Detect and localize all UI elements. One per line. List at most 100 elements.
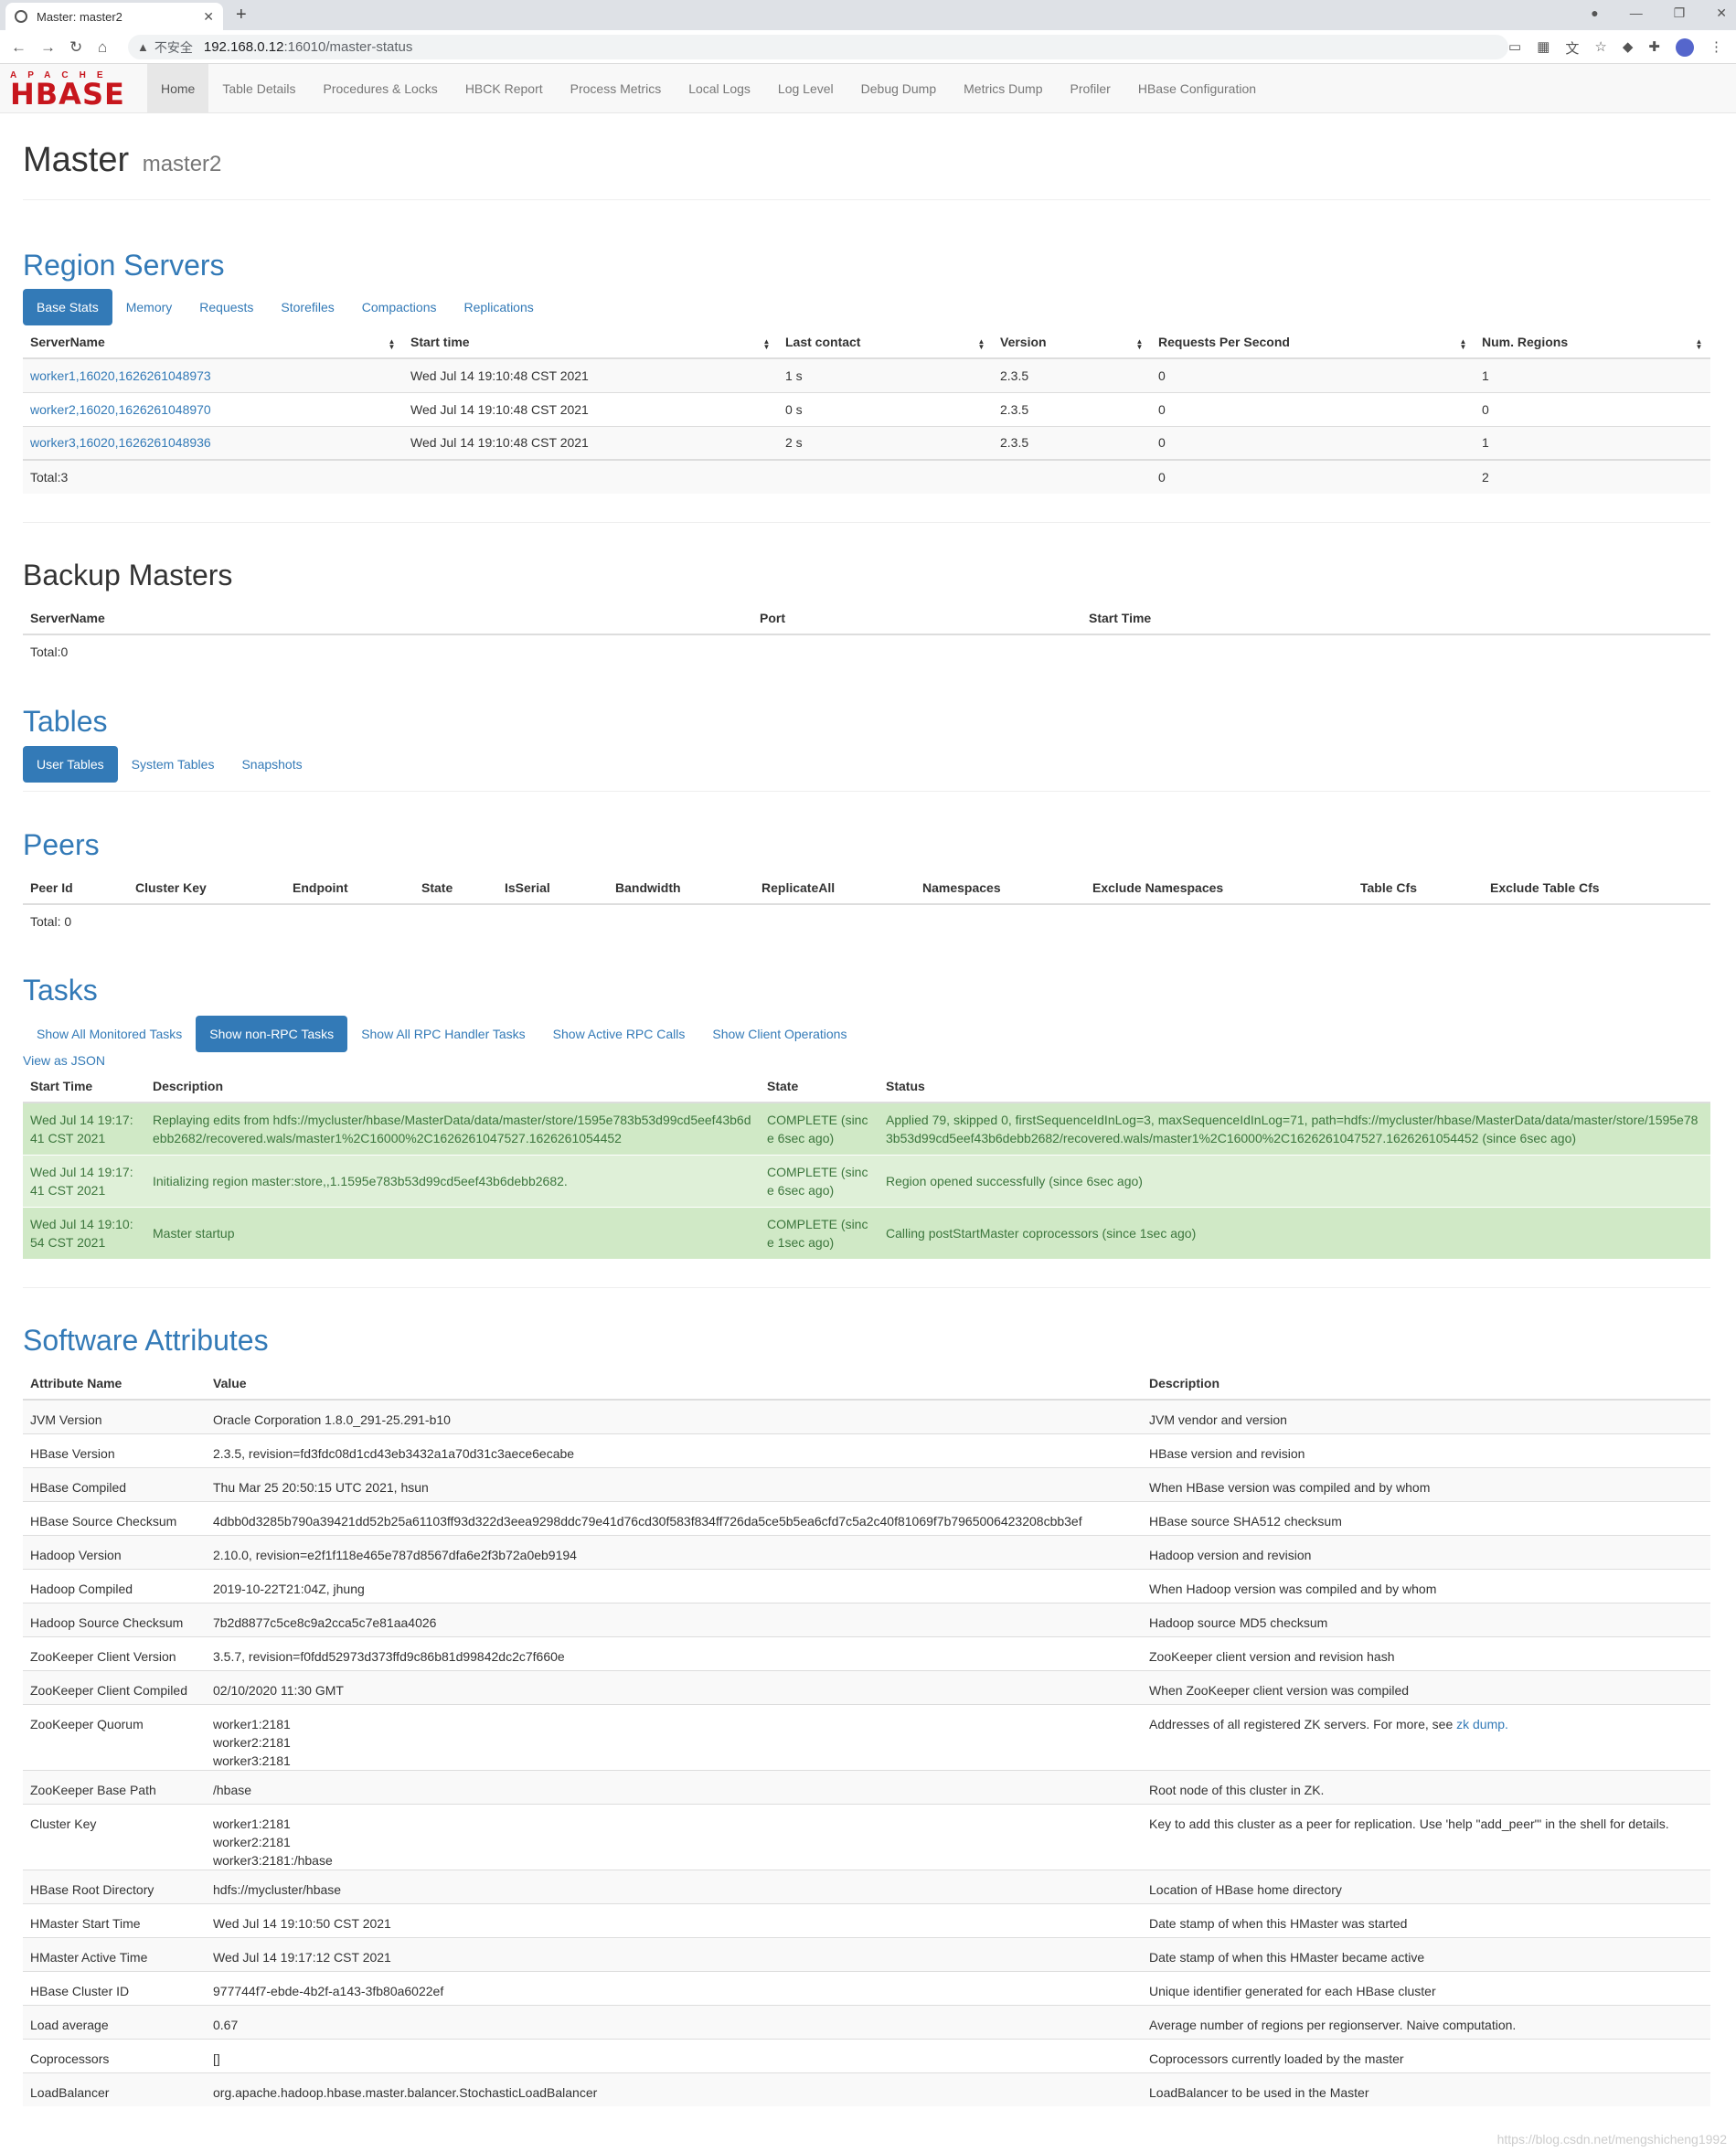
back-icon[interactable]: ← xyxy=(11,38,27,57)
column-header-last-contact[interactable]: Last contact ▲▼ xyxy=(778,325,993,359)
tab-show-all-monitored-tasks[interactable]: Show All Monitored Tasks xyxy=(23,1016,196,1052)
task-row: Wed Jul 14 19:17:41 CST 2021 Replaying ed… xyxy=(23,1102,1710,1155)
close-window-icon[interactable]: ✕ xyxy=(1716,5,1727,21)
translate-icon[interactable]: 文 xyxy=(1565,38,1579,58)
profile-dropdown-icon[interactable]: ● xyxy=(1591,5,1598,21)
nav-item-home[interactable]: Home xyxy=(147,64,209,113)
total-cell: 2 xyxy=(1475,459,1710,494)
software-attributes-heading: Software Attributes xyxy=(23,1324,269,1357)
sort-icon[interactable]: ▲▼ xyxy=(762,337,771,348)
nav-item-process-metrics[interactable]: Process Metrics xyxy=(557,64,676,113)
warning-icon[interactable]: ▲ xyxy=(137,40,149,54)
attribute-cell: Location of HBase home directory xyxy=(1142,1869,1710,1903)
column-header-description: Description xyxy=(145,1070,760,1103)
browser-tabbar: Master: master2 ✕ + ● — ❐ ✕ xyxy=(0,0,1736,30)
column-header-servername[interactable]: ServerName ▲▼ xyxy=(23,325,403,359)
tab-show-active-rpc-calls[interactable]: Show Active RPC Calls xyxy=(539,1016,699,1052)
attribute-cell: Wed Jul 14 19:10:50 CST 2021 xyxy=(206,1902,1142,1937)
nav-item-log-level[interactable]: Log Level xyxy=(764,64,847,113)
restore-icon[interactable]: ❐ xyxy=(1674,5,1686,21)
address-bar-row: ← → ↻ ⌂ ▲ 不安全 192.168.0.12:16010/master-… xyxy=(0,30,1736,64)
tab-system-tables[interactable]: System Tables xyxy=(118,746,229,783)
attribute-cell: 4dbb0d3285b790a39421dd52b25a61103ff93d32… xyxy=(206,1500,1142,1535)
attribute-cell: ZooKeeper Client Version xyxy=(23,1635,206,1670)
sort-icon[interactable]: ▲▼ xyxy=(977,337,985,348)
tab-snapshots[interactable]: Snapshots xyxy=(228,746,315,783)
attribute-cell: Addresses of all registered ZK servers. … xyxy=(1142,1703,1710,1770)
tab-replications[interactable]: Replications xyxy=(450,289,547,325)
tab-compactions[interactable]: Compactions xyxy=(348,289,451,325)
hbase-logo[interactable]: APACHE HBASE xyxy=(10,70,134,109)
task-row: Wed Jul 14 19:10:54 CST 2021 Master start… xyxy=(23,1206,1710,1259)
url-path: :16010/master-status xyxy=(283,39,413,55)
task-cell: COMPLETE (since 1sec ago) xyxy=(760,1206,879,1259)
home-icon[interactable]: ⌂ xyxy=(98,38,107,57)
attribute-cell: hdfs://mycluster/hbase xyxy=(206,1869,1142,1903)
tab-show-non-rpc-tasks[interactable]: Show non-RPC Tasks xyxy=(196,1016,348,1052)
tab-base-stats[interactable]: Base Stats xyxy=(23,289,112,325)
backup-masters-heading: Backup Masters xyxy=(23,559,233,591)
column-header-exclude-namespaces: Exclude Namespaces xyxy=(1085,871,1353,905)
column-header-peer-id: Peer Id xyxy=(23,871,128,905)
column-header-start-time[interactable]: Start time ▲▼ xyxy=(403,325,778,359)
zk-dump-link[interactable]: zk dump. xyxy=(1456,1717,1508,1731)
tab-user-tables[interactable]: User Tables xyxy=(23,746,118,783)
tasks-heading: Tasks xyxy=(23,974,98,1007)
translate-ext-icon[interactable]: ◆ xyxy=(1623,38,1634,58)
sort-icon[interactable]: ▲▼ xyxy=(1459,337,1467,348)
server-link[interactable]: worker2,16020,1626261048970 xyxy=(30,402,211,417)
window-controls: ● — ❐ ✕ xyxy=(1591,5,1727,21)
column-header-version[interactable]: Version ▲▼ xyxy=(993,325,1151,359)
task-cell: COMPLETE (since 6sec ago) xyxy=(760,1154,879,1207)
close-tab-icon[interactable]: ✕ xyxy=(203,9,214,25)
sort-icon[interactable]: ▲▼ xyxy=(1135,337,1144,348)
server-link[interactable]: worker3,16020,1626261048936 xyxy=(30,435,211,450)
attribute-cell: Unique identifier generated for each HBa… xyxy=(1142,1970,1710,2005)
table-cell: Wed Jul 14 19:10:48 CST 2021 xyxy=(403,391,778,426)
column-header-num-regions[interactable]: Num. Regions ▲▼ xyxy=(1475,325,1710,359)
nav-item-procedures-locks[interactable]: Procedures & Locks xyxy=(310,64,452,113)
sort-icon[interactable]: ▲▼ xyxy=(1695,337,1703,348)
extensions-icon[interactable]: ✚ xyxy=(1648,38,1660,58)
attribute-cell: Hadoop Compiled xyxy=(23,1568,206,1603)
column-header-requests-per-second[interactable]: Requests Per Second ▲▼ xyxy=(1151,325,1475,359)
new-tab-button[interactable]: + xyxy=(236,5,247,26)
tab-requests[interactable]: Requests xyxy=(186,289,267,325)
table-cell: 2 s xyxy=(778,425,993,460)
tab-storefiles[interactable]: Storefiles xyxy=(267,289,347,325)
task-cell: Initializing region master:store,,1.1595… xyxy=(145,1154,760,1207)
attribute-row: ZooKeeper Quorum worker1:2181 worker2:218… xyxy=(23,1703,1710,1770)
qr-icon[interactable]: ▦ xyxy=(1537,38,1550,58)
avatar[interactable] xyxy=(1675,38,1694,57)
tab-memory[interactable]: Memory xyxy=(112,289,186,325)
nav-item-metrics-dump[interactable]: Metrics Dump xyxy=(950,64,1056,113)
attribute-cell: Cluster Key xyxy=(23,1803,206,1870)
task-cell: Applied 79, skipped 0, firstSequenceIdIn… xyxy=(879,1102,1710,1155)
bookmark-star-icon[interactable]: ☆ xyxy=(1594,38,1606,58)
task-cell: Calling postStartMaster coprocessors (si… xyxy=(879,1206,1710,1259)
nav-item-local-logs[interactable]: Local Logs xyxy=(675,64,764,113)
nav-item-hbase-configuration[interactable]: HBase Configuration xyxy=(1124,64,1270,113)
attribute-cell: HBase version and revision xyxy=(1142,1433,1710,1467)
nav-item-table-details[interactable]: Table Details xyxy=(208,64,309,113)
server-link[interactable]: worker1,16020,1626261048973 xyxy=(30,368,211,383)
backup-masters-table: ServerName Port Start Time Total:0 xyxy=(23,602,1710,668)
column-label: Start time xyxy=(410,334,470,349)
table-cell: 1 s xyxy=(778,357,993,392)
nav-item-profiler[interactable]: Profiler xyxy=(1057,64,1124,113)
attribute-row: HBase Source Checksum 4dbb0d3285b790a3942… xyxy=(23,1500,1710,1535)
forward-icon[interactable]: → xyxy=(40,38,56,57)
sort-icon[interactable]: ▲▼ xyxy=(388,337,396,348)
view-as-json-link[interactable]: View as JSON xyxy=(23,1053,105,1068)
nav-item-hbck-report[interactable]: HBCK Report xyxy=(452,64,557,113)
tab-show-client-operations[interactable]: Show Client Operations xyxy=(698,1016,860,1052)
url-bar[interactable]: ▲ 不安全 192.168.0.12:16010/master-status xyxy=(128,35,1508,59)
column-label: Cluster Key xyxy=(135,879,207,895)
cast-icon[interactable]: ▭ xyxy=(1508,38,1521,58)
tab-show-all-rpc-handler-tasks[interactable]: Show All RPC Handler Tasks xyxy=(347,1016,538,1052)
minimize-icon[interactable]: — xyxy=(1630,5,1643,21)
reload-icon[interactable]: ↻ xyxy=(69,38,82,57)
browser-tab[interactable]: Master: master2 ✕ xyxy=(5,3,223,30)
nav-item-debug-dump[interactable]: Debug Dump xyxy=(847,64,951,113)
more-menu-icon[interactable]: ⋮ xyxy=(1709,38,1723,58)
